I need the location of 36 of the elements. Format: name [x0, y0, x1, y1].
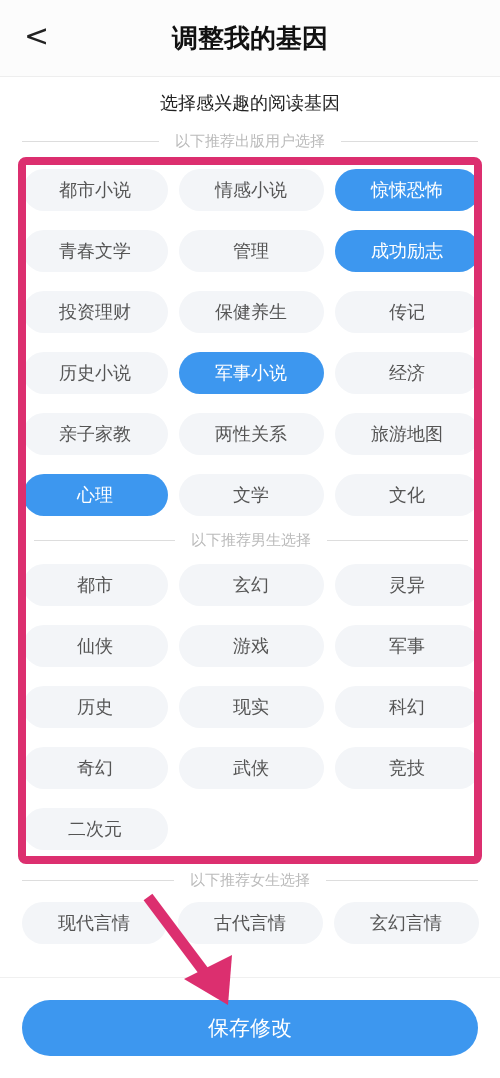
genre-tag[interactable]: 管理: [178, 230, 324, 272]
genre-tag[interactable]: 军事: [334, 625, 474, 667]
genre-tag[interactable]: 情感小说: [178, 169, 324, 211]
genre-tag[interactable]: 二次元: [26, 808, 168, 850]
genre-tag[interactable]: 青春文学: [26, 230, 168, 272]
genre-tag[interactable]: 历史小说: [26, 352, 168, 394]
genre-tag[interactable]: 两性关系: [178, 413, 324, 455]
genre-tag[interactable]: 古代言情: [177, 902, 323, 944]
genre-tag[interactable]: 传记: [334, 291, 474, 333]
section-label: 以下推荐出版用户选择: [175, 131, 325, 151]
genre-tag[interactable]: 仙侠: [26, 625, 168, 667]
genre-tag[interactable]: 历史: [26, 686, 168, 728]
genre-tag[interactable]: 灵异: [334, 564, 474, 606]
genre-tag[interactable]: 竞技: [334, 747, 474, 789]
genre-tag[interactable]: 现实: [178, 686, 324, 728]
genre-tag[interactable]: 投资理财: [26, 291, 168, 333]
genre-tag[interactable]: 都市小说: [26, 169, 168, 211]
genre-tag[interactable]: 现代言情: [21, 902, 167, 944]
genre-tag[interactable]: 保健养生: [178, 291, 324, 333]
page-title: 调整我的基因: [172, 21, 328, 55]
genre-tag[interactable]: 游戏: [178, 625, 324, 667]
genre-tag[interactable]: 都市: [26, 564, 168, 606]
genre-tag[interactable]: 文化: [334, 474, 474, 516]
genre-tag[interactable]: 亲子家教: [26, 413, 168, 455]
genre-tag[interactable]: 奇幻: [26, 747, 168, 789]
genre-tag[interactable]: 文学: [178, 474, 324, 516]
genre-tag[interactable]: 经济: [334, 352, 474, 394]
genre-tag[interactable]: 科幻: [334, 686, 474, 728]
genre-tag[interactable]: 旅游地图: [334, 413, 474, 455]
subtitle: 选择感兴趣的阅读基因: [159, 91, 341, 115]
section-label: 以下推荐女生选择: [190, 870, 310, 890]
genre-tag[interactable]: 武侠: [178, 747, 324, 789]
back-button[interactable]: <: [18, 18, 56, 53]
section-label: 以下推荐男生选择: [191, 530, 311, 550]
genre-tag[interactable]: 玄幻言情: [333, 902, 479, 944]
genre-tag[interactable]: 玄幻: [178, 564, 324, 606]
